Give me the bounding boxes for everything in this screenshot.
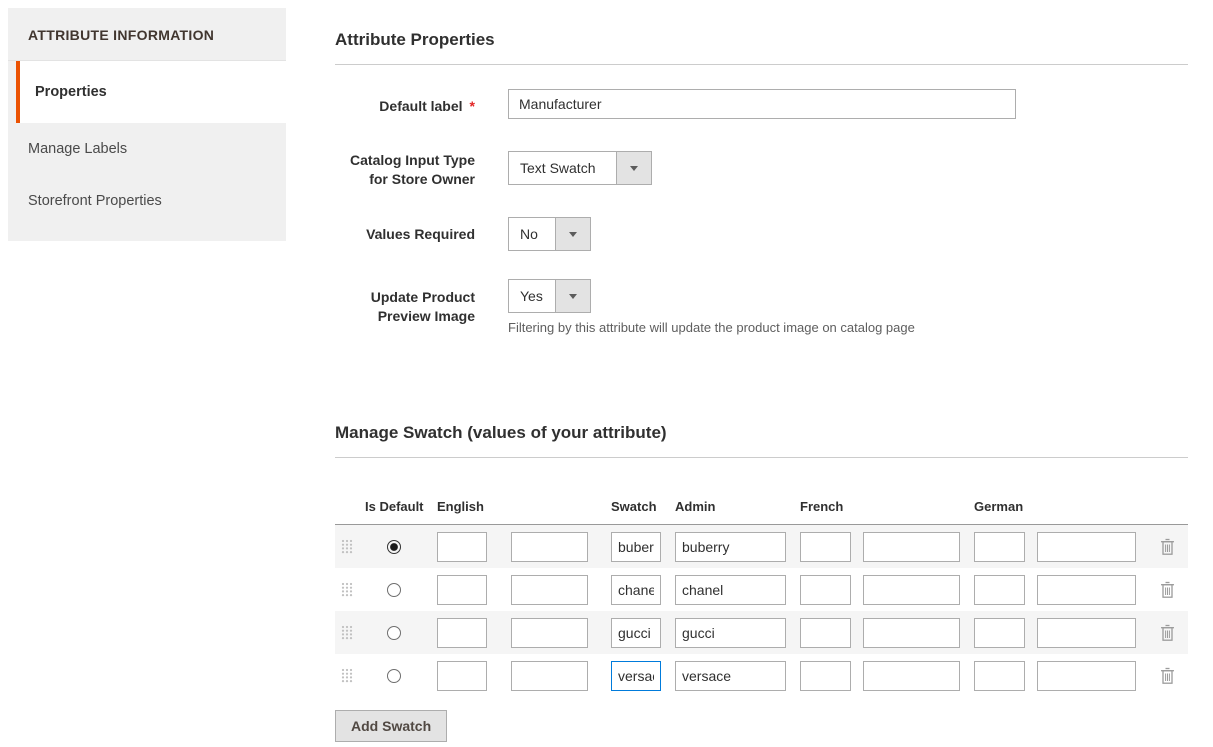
is-default-radio[interactable]	[387, 540, 401, 554]
select-value: Yes	[509, 280, 555, 312]
admin-swatch-input[interactable]	[611, 618, 661, 648]
column-header-is-default: Is Default	[365, 499, 424, 514]
chevron-down-icon[interactable]	[616, 152, 651, 184]
chevron-down-icon[interactable]	[555, 280, 590, 312]
english-swatch-input[interactable]	[437, 575, 487, 605]
english-description-input[interactable]	[511, 661, 588, 691]
sidebar-title: ATTRIBUTE INFORMATION	[8, 8, 286, 61]
german-description-input[interactable]	[1037, 532, 1136, 562]
delete-row-icon[interactable]	[1160, 667, 1176, 684]
column-header-admin: Admin	[675, 499, 715, 514]
required-asterisk: *	[470, 97, 475, 116]
sidebar-item-label: Properties	[35, 84, 107, 100]
section-divider	[335, 64, 1188, 65]
default-label-label: Default label *	[335, 89, 475, 123]
swatch-table-header: Is Default English Swatch Admin French G…	[335, 482, 1188, 525]
attribute-properties-heading: Attribute Properties	[335, 30, 1188, 50]
values-required-row: Values Required No	[335, 217, 1188, 251]
drag-handle-icon[interactable]	[341, 625, 355, 640]
german-swatch-input[interactable]	[974, 532, 1025, 562]
admin-description-input[interactable]	[675, 661, 786, 691]
delete-row-icon[interactable]	[1160, 624, 1176, 641]
admin-swatch-input[interactable]	[611, 532, 661, 562]
column-header-swatch: Swatch	[611, 499, 657, 514]
admin-description-input[interactable]	[675, 575, 786, 605]
delete-row-icon[interactable]	[1160, 581, 1176, 598]
french-description-input[interactable]	[863, 532, 960, 562]
update-preview-row: Update Product Preview Image Yes Filteri…	[335, 279, 1188, 335]
chevron-down-icon[interactable]	[555, 218, 590, 250]
catalog-input-type-select[interactable]: Text Swatch	[508, 151, 652, 185]
english-description-input[interactable]	[511, 618, 588, 648]
english-description-input[interactable]	[511, 532, 588, 562]
french-description-input[interactable]	[863, 575, 960, 605]
sidebar-item-label: Storefront Properties	[28, 193, 162, 209]
swatch-row	[335, 568, 1188, 611]
section-divider	[335, 457, 1188, 458]
admin-swatch-input[interactable]	[611, 661, 661, 691]
sidebar-item-manage-labels[interactable]: Manage Labels	[8, 123, 286, 175]
column-header-french: French	[800, 499, 843, 514]
select-value: Text Swatch	[509, 152, 616, 184]
default-label-row: Default label *	[335, 89, 1188, 123]
french-swatch-input[interactable]	[800, 575, 851, 605]
is-default-radio[interactable]	[387, 583, 401, 597]
is-default-radio[interactable]	[387, 669, 401, 683]
french-description-input[interactable]	[863, 618, 960, 648]
admin-swatch-input[interactable]	[611, 575, 661, 605]
english-description-input[interactable]	[511, 575, 588, 605]
manage-swatch-section: Manage Swatch (values of your attribute)…	[335, 423, 1188, 742]
column-header-german: German	[974, 499, 1023, 514]
german-description-input[interactable]	[1037, 575, 1136, 605]
french-swatch-input[interactable]	[800, 532, 851, 562]
admin-description-input[interactable]	[675, 618, 786, 648]
default-label-input[interactable]	[508, 89, 1016, 119]
english-swatch-input[interactable]	[437, 618, 487, 648]
french-description-input[interactable]	[863, 661, 960, 691]
swatch-row	[335, 525, 1188, 568]
values-required-label: Values Required	[335, 217, 475, 251]
manage-swatch-heading: Manage Swatch (values of your attribute)	[335, 423, 1188, 443]
catalog-input-type-label: Catalog Input Type for Store Owner	[335, 151, 475, 189]
main-content: Attribute Properties Default label * Cat…	[335, 30, 1188, 742]
delete-row-icon[interactable]	[1160, 538, 1176, 555]
swatch-row	[335, 654, 1188, 697]
sidebar-item-label: Manage Labels	[28, 141, 127, 157]
catalog-input-type-row: Catalog Input Type for Store Owner Text …	[335, 151, 1188, 189]
select-value: No	[509, 218, 555, 250]
english-swatch-input[interactable]	[437, 532, 487, 562]
sidebar-item-properties[interactable]: Properties	[16, 61, 293, 123]
admin-description-input[interactable]	[675, 532, 786, 562]
german-swatch-input[interactable]	[974, 618, 1025, 648]
values-required-select[interactable]: No	[508, 217, 591, 251]
add-swatch-button[interactable]: Add Swatch	[335, 710, 447, 742]
column-header-english: English	[437, 499, 484, 514]
update-preview-label: Update Product Preview Image	[335, 279, 475, 335]
german-description-input[interactable]	[1037, 661, 1136, 691]
drag-handle-icon[interactable]	[341, 539, 355, 554]
attribute-information-nav: ATTRIBUTE INFORMATION Properties Manage …	[8, 8, 286, 241]
drag-handle-icon[interactable]	[341, 668, 355, 683]
english-swatch-input[interactable]	[437, 661, 487, 691]
french-swatch-input[interactable]	[800, 661, 851, 691]
is-default-radio[interactable]	[387, 626, 401, 640]
french-swatch-input[interactable]	[800, 618, 851, 648]
update-preview-note: Filtering by this attribute will update …	[508, 320, 915, 335]
update-preview-select[interactable]: Yes	[508, 279, 591, 313]
drag-handle-icon[interactable]	[341, 582, 355, 597]
german-swatch-input[interactable]	[974, 661, 1025, 691]
german-swatch-input[interactable]	[974, 575, 1025, 605]
german-description-input[interactable]	[1037, 618, 1136, 648]
swatch-row	[335, 611, 1188, 654]
sidebar-item-storefront-properties[interactable]: Storefront Properties	[8, 175, 286, 227]
